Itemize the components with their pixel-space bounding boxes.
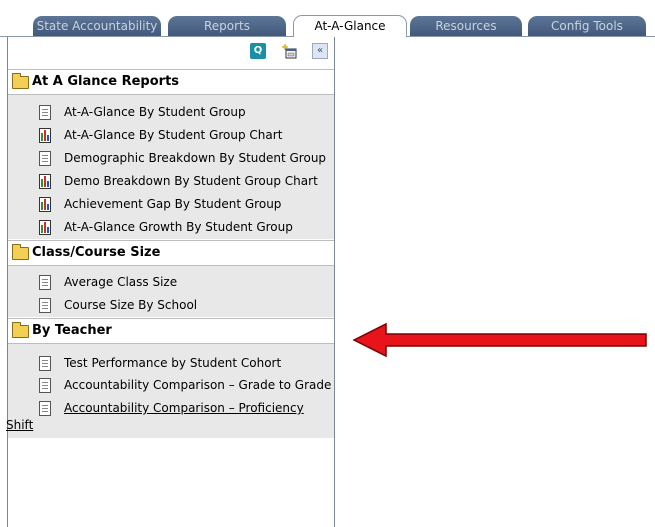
report-item-label: Demo Breakdown By Student Group Chart (64, 174, 318, 188)
report-item-label: At-A-Glance By Student Group (64, 105, 246, 119)
report-item-label: Accountability Comparison – Grade to Gra… (64, 378, 332, 392)
tab-resources[interactable]: Resources (410, 16, 522, 37)
reports-tree-panel: Q « At A Glance Reports At-A-Glance By S… (6, 37, 335, 527)
chart-icon (39, 128, 51, 143)
report-item-at-a-glance-chart[interactable]: At-A-Glance By Student Group Chart (8, 124, 334, 147)
section-header-class-course-size[interactable]: Class/Course Size (8, 240, 334, 266)
report-item-demographic-breakdown[interactable]: Demographic Breakdown By Student Group (8, 147, 334, 170)
tab-state-accountability[interactable]: State Accountability (33, 16, 161, 37)
report-item-course-size-by-school[interactable]: Course Size By School (8, 294, 334, 317)
folder-icon (12, 322, 29, 338)
section-body-at-a-glance-reports: At-A-Glance By Student Group At-A-Glance… (8, 95, 334, 239)
report-item-label: Average Class Size (64, 275, 178, 289)
red-arrow-icon (352, 322, 647, 358)
report-item-label: At-A-Glance By Student Group Chart (64, 128, 283, 142)
chart-icon (39, 220, 51, 235)
document-icon (39, 356, 51, 371)
report-item-label: Demographic Breakdown By Student Group (64, 151, 327, 165)
section-title: Class/Course Size (32, 245, 161, 260)
report-item-growth[interactable]: At-A-Glance Growth By Student Group (8, 216, 334, 239)
section-body-class-course-size: Average Class Size Course Size By School (8, 266, 334, 317)
q-icon[interactable]: Q (250, 43, 266, 59)
tab-reports[interactable]: Reports (168, 16, 286, 37)
chart-icon (39, 197, 51, 212)
report-item-average-class-size[interactable]: Average Class Size (8, 271, 334, 294)
collapse-panel-icon[interactable]: « (312, 43, 328, 59)
report-item-test-performance[interactable]: Test Performance by Student Cohort (8, 352, 334, 375)
section-header-at-a-glance-reports[interactable]: At A Glance Reports (8, 69, 334, 95)
report-item-label: Achievement Gap By Student Group (64, 197, 282, 211)
document-icon (39, 275, 51, 290)
report-item-at-a-glance-by-student-group[interactable]: At-A-Glance By Student Group (8, 101, 334, 124)
chart-icon (39, 174, 51, 189)
folder-icon (12, 73, 29, 89)
report-item-label: Test Performance by Student Cohort (64, 356, 282, 370)
section-body-by-teacher: Test Performance by Student Cohort Accou… (6, 344, 334, 438)
report-item-proficiency[interactable]: Accountability Comparison – Proficiency (8, 397, 334, 420)
section-title: By Teacher (32, 323, 112, 338)
document-icon (39, 298, 51, 313)
document-icon (39, 151, 51, 166)
report-item-label: At-A-Glance Growth By Student Group (64, 220, 293, 234)
tab-at-a-glance[interactable]: At-A-Glance (293, 15, 407, 37)
document-icon (39, 378, 51, 393)
shift-link[interactable]: Shift (6, 418, 33, 432)
section-header-by-teacher[interactable]: By Teacher (8, 318, 334, 344)
main-tab-bar: State Accountability Reports At-A-Glance… (0, 0, 655, 37)
new-window-icon[interactable] (281, 43, 297, 59)
panel-toolbar: Q « (8, 37, 334, 67)
report-item-label: Course Size By School (64, 298, 198, 312)
document-icon (39, 105, 51, 120)
document-icon (39, 401, 51, 416)
report-item-grade-to-grade[interactable]: Accountability Comparison – Grade to Gra… (8, 374, 334, 397)
folder-icon (12, 244, 29, 260)
section-title: At A Glance Reports (32, 74, 180, 89)
report-item-demo-breakdown-chart[interactable]: Demo Breakdown By Student Group Chart (8, 170, 334, 193)
report-item-achievement-gap[interactable]: Achievement Gap By Student Group (8, 193, 334, 216)
report-item-label: Accountability Comparison – Proficiency (64, 401, 304, 415)
tab-config-tools[interactable]: Config Tools (528, 16, 646, 37)
